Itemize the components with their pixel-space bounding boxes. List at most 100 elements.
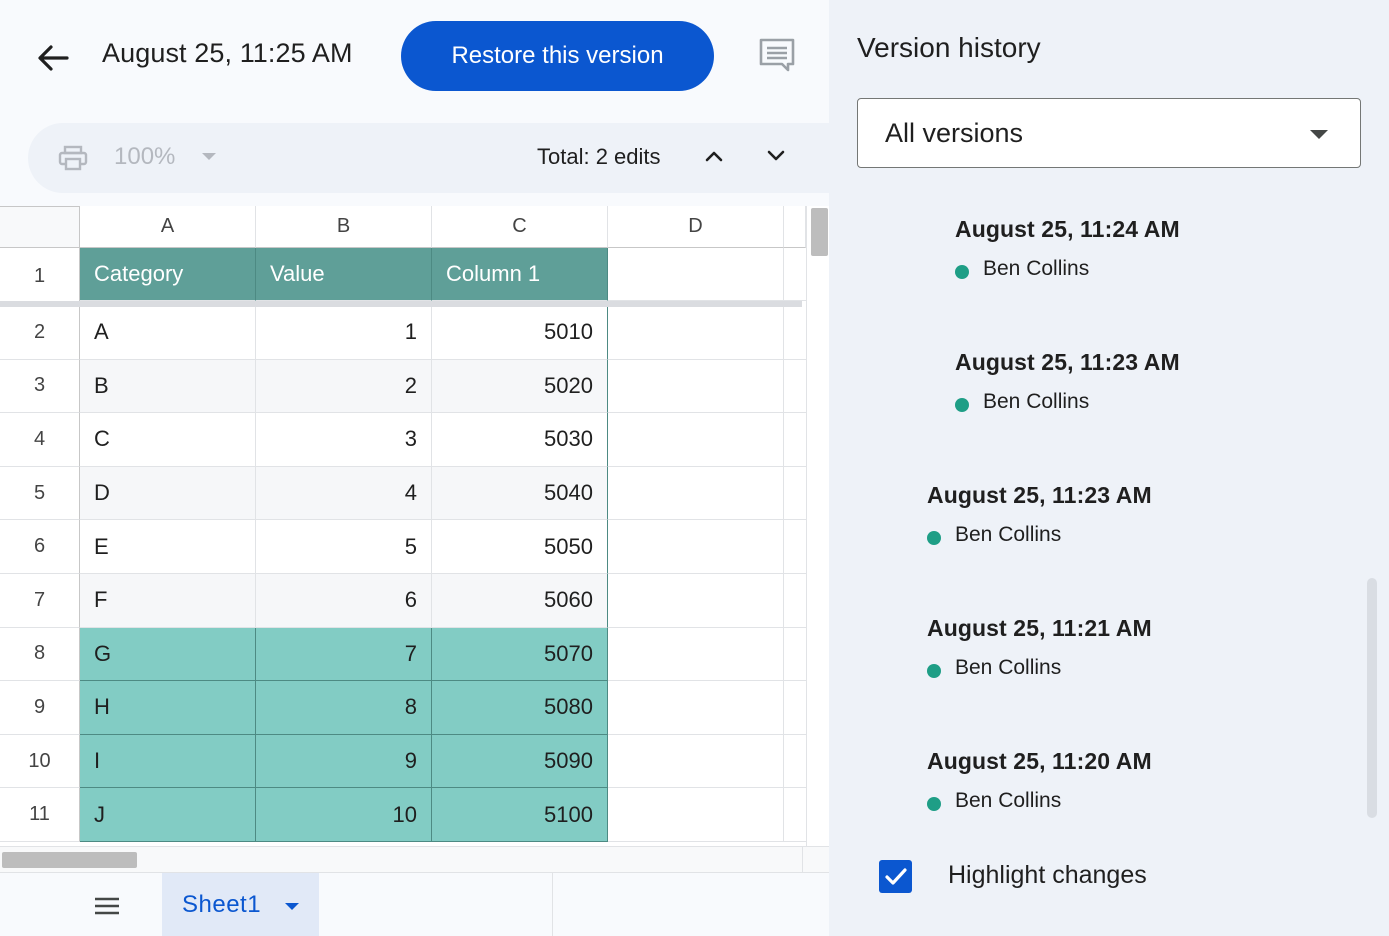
column-header-b[interactable]: B (256, 206, 432, 248)
table-cell[interactable]: 5040 (432, 466, 608, 521)
back-button[interactable] (30, 36, 76, 80)
column-header-c[interactable]: C (432, 206, 608, 248)
version-timestamp: August 25, 11:20 AM (927, 748, 1152, 774)
row-header-10[interactable]: 10 (0, 734, 80, 789)
table-cell[interactable]: B (80, 359, 256, 414)
comment-icon (759, 38, 795, 72)
row-header-1[interactable]: 1 (0, 248, 80, 306)
table-cell[interactable]: A (80, 306, 256, 360)
panel-title: Version history (857, 32, 1041, 63)
table-cell[interactable]: 5060 (432, 574, 608, 628)
highlight-changes-checkbox[interactable] (879, 860, 912, 893)
table-cell[interactable]: I (80, 734, 256, 789)
table-cell[interactable]: 5050 (432, 520, 608, 574)
table-cell[interactable]: F (80, 574, 256, 628)
all-sheets-button[interactable] (90, 891, 124, 921)
table-cell[interactable]: 5030 (432, 413, 608, 467)
previous-edit-button[interactable] (698, 140, 730, 172)
chevron-down-icon (767, 150, 785, 161)
comment-button[interactable] (754, 34, 800, 76)
empty-cell[interactable] (608, 627, 784, 682)
spreadsheet-grid[interactable]: A B C D 1 2 3 4 5 6 7 8 9 10 11 Category Value Column 1A1… (0, 206, 829, 846)
table-cell[interactable]: E (80, 520, 256, 574)
row-header-7[interactable]: 7 (0, 574, 80, 628)
row-header-8[interactable]: 8 (0, 627, 80, 682)
version-author: Ben Collins (927, 656, 1152, 680)
empty-cell[interactable] (608, 574, 784, 628)
row-header-3[interactable]: 3 (0, 359, 80, 414)
table-cell[interactable]: 8 (256, 681, 432, 735)
restore-version-button[interactable]: Restore this version (401, 21, 714, 91)
column-header-a[interactable]: A (80, 206, 256, 248)
empty-cell[interactable] (608, 248, 784, 301)
sheet-tab-sheet1[interactable]: Sheet1 (162, 873, 319, 936)
table-cell[interactable]: 5100 (432, 788, 608, 842)
header-cell[interactable]: Category (80, 248, 256, 301)
version-author: Ben Collins (955, 257, 1180, 281)
table-cell[interactable]: G (80, 627, 256, 682)
chevron-up-icon (705, 151, 723, 162)
table-cell[interactable]: 4 (256, 466, 432, 521)
horizontal-scrollbar-thumb[interactable] (2, 852, 137, 868)
row-header-2[interactable]: 2 (0, 306, 80, 360)
table-cell[interactable]: 1 (256, 306, 432, 360)
header-cell[interactable]: Value (256, 248, 432, 301)
empty-cell[interactable] (608, 734, 784, 789)
table-cell[interactable]: 5090 (432, 734, 608, 789)
table-cell[interactable]: 6 (256, 574, 432, 628)
vertical-scrollbar-thumb[interactable] (811, 208, 828, 256)
empty-cell[interactable] (608, 788, 784, 842)
version-item[interactable]: August 25, 11:21 AM Ben Collins (927, 615, 1152, 680)
row-header-5[interactable]: 5 (0, 466, 80, 521)
table-cell[interactable]: H (80, 681, 256, 735)
table-cell[interactable]: 5010 (432, 306, 608, 360)
empty-cell[interactable] (608, 520, 784, 574)
table-cell[interactable]: 5080 (432, 681, 608, 735)
edits-count: Total: 2 edits (537, 144, 661, 169)
author-color-dot (927, 797, 941, 811)
panel-scrollbar[interactable] (1367, 578, 1377, 818)
version-timestamp: August 25, 11:23 AM (927, 482, 1152, 508)
version-item[interactable]: August 25, 11:23 AM Ben Collins (927, 482, 1152, 547)
empty-cell[interactable] (608, 359, 784, 414)
table-cell[interactable]: D (80, 466, 256, 521)
vertical-scrollbar[interactable] (806, 206, 829, 846)
sheet-menu-caret-icon[interactable] (285, 903, 299, 910)
table-cell[interactable]: 5 (256, 520, 432, 574)
select-all-corner[interactable] (0, 206, 80, 248)
row-header-9[interactable]: 9 (0, 681, 80, 735)
version-filter-select[interactable]: All versions (857, 98, 1361, 168)
hamburger-menu-icon (95, 897, 119, 915)
table-cell[interactable]: 2 (256, 359, 432, 414)
row-header-11[interactable]: 11 (0, 788, 80, 842)
version-author: Ben Collins (927, 523, 1152, 547)
table-cell[interactable]: 3 (256, 413, 432, 467)
table-cell[interactable]: 9 (256, 734, 432, 789)
row-header-4[interactable]: 4 (0, 413, 80, 467)
print-button[interactable] (56, 143, 90, 173)
column-header-d[interactable]: D (608, 206, 784, 248)
version-item[interactable]: August 25, 11:20 AM Ben Collins (927, 748, 1152, 813)
sheetbar-divider (552, 873, 553, 936)
table-cell[interactable]: C (80, 413, 256, 467)
table-cell[interactable]: 7 (256, 627, 432, 682)
next-edit-button[interactable] (760, 140, 792, 172)
header-cell[interactable]: Column 1 (432, 248, 608, 301)
table-cell[interactable]: 5020 (432, 359, 608, 414)
table-cell[interactable]: 5070 (432, 627, 608, 682)
empty-cell[interactable] (608, 306, 784, 360)
arrow-left-icon (38, 45, 69, 71)
author-color-dot (955, 398, 969, 412)
horizontal-scrollbar[interactable] (0, 846, 829, 873)
empty-cell[interactable] (608, 466, 784, 521)
author-color-dot (927, 664, 941, 678)
zoom-select[interactable]: 100% (114, 143, 175, 171)
row-header-6[interactable]: 6 (0, 520, 80, 574)
empty-cell[interactable] (608, 413, 784, 467)
version-author: Ben Collins (927, 789, 1152, 813)
version-item[interactable]: August 25, 11:24 AM Ben Collins (955, 216, 1180, 281)
table-cell[interactable]: J (80, 788, 256, 842)
empty-cell[interactable] (608, 681, 784, 735)
version-item[interactable]: August 25, 11:23 AM Ben Collins (955, 349, 1180, 414)
table-cell[interactable]: 10 (256, 788, 432, 842)
